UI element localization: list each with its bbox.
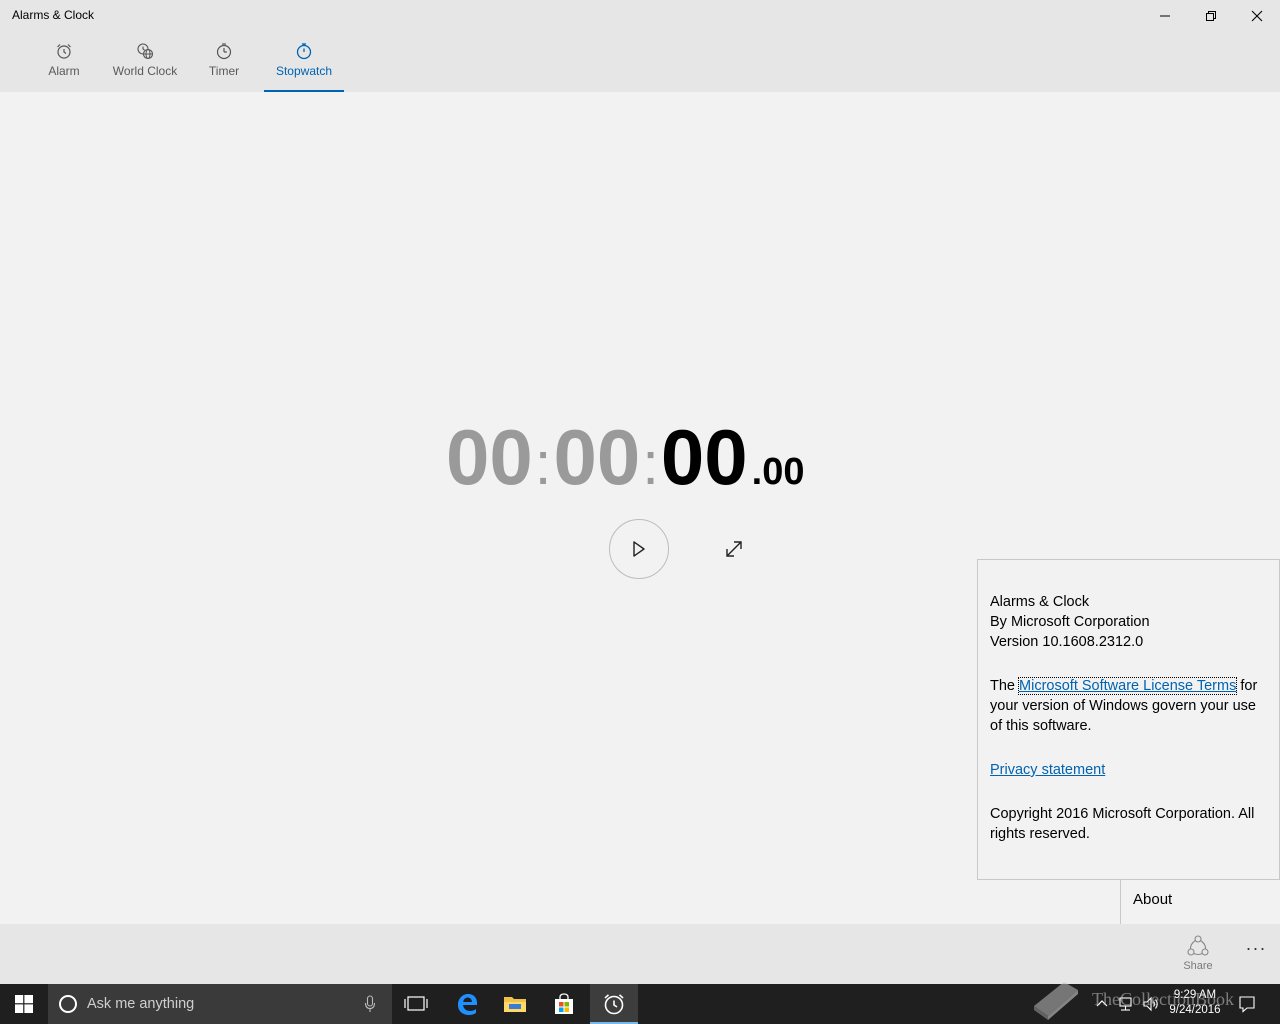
tab-world-clock[interactable]: World Clock — [108, 32, 182, 92]
watermark: TheCollectionBook — [1030, 974, 1234, 1024]
tab-bar: Alarm World Clock Timer Stopwatch — [0, 32, 1280, 92]
more-options-icon: ··· — [1245, 937, 1267, 958]
about-panel: Alarms & Clock By Microsoft Corporation … — [977, 559, 1280, 880]
stopwatch-icon — [296, 43, 312, 60]
edge-browser-icon — [458, 994, 477, 1015]
microphone-icon[interactable] — [364, 995, 376, 1013]
license-prefix: The — [990, 678, 1015, 694]
stopwatch-seconds: 00 — [660, 413, 748, 501]
start-button[interactable] — [0, 984, 48, 1024]
edge-taskbar-button[interactable] — [443, 984, 491, 1024]
stopwatch-display: 00:00:00.00 — [446, 412, 846, 502]
restore-icon — [1206, 11, 1216, 21]
play-icon — [633, 541, 645, 557]
privacy-statement-link[interactable]: Privacy statement — [990, 762, 1105, 778]
tab-alarm-label: Alarm — [48, 64, 80, 78]
close-icon — [1251, 10, 1263, 22]
file-explorer-button[interactable] — [491, 984, 539, 1024]
tab-stopwatch[interactable]: Stopwatch — [264, 32, 344, 92]
more-options-button[interactable]: ··· — [1240, 936, 1272, 960]
about-privacy: Privacy statement — [990, 760, 1267, 780]
license-terms-link[interactable]: Microsoft Software License Terms — [1018, 677, 1238, 695]
stopwatch-colon: : — [534, 430, 552, 497]
expand-button[interactable] — [718, 533, 750, 565]
about-app-info: Alarms & Clock By Microsoft Corporation … — [990, 592, 1267, 652]
play-button[interactable] — [609, 519, 669, 579]
alarms-clock-taskbar-button[interactable] — [590, 984, 638, 1024]
minimize-icon — [1160, 15, 1170, 17]
stopwatch-minutes: 00 — [553, 413, 641, 501]
about-menu-label: About — [1133, 891, 1173, 908]
about-publisher: By Microsoft Corporation — [990, 614, 1150, 630]
alarm-clock-app-icon — [604, 994, 624, 1015]
stopwatch-colon: : — [642, 430, 659, 497]
about-version: Version 10.1608.2312.0 — [990, 634, 1144, 650]
task-view-button[interactable] — [392, 984, 440, 1024]
expand-icon — [726, 541, 742, 557]
cortana-icon — [59, 995, 77, 1013]
tab-world-clock-label: World Clock — [112, 64, 178, 78]
folder-icon — [504, 997, 526, 1012]
timer-icon — [216, 43, 232, 60]
tab-stopwatch-label: Stopwatch — [275, 64, 333, 78]
minimize-button[interactable] — [1142, 0, 1188, 32]
about-app-name: Alarms & Clock — [990, 594, 1090, 610]
about-menu-item[interactable]: About — [1120, 880, 1280, 924]
globe-clock-icon — [137, 43, 154, 60]
alarm-icon — [57, 44, 71, 59]
action-center-icon[interactable] — [1238, 995, 1256, 1013]
book-logo-icon — [1034, 982, 1078, 1020]
watermark-text: TheCollectionBook — [1092, 988, 1234, 1009]
share-icon — [1187, 935, 1209, 956]
about-copyright: Copyright 2016 Microsoft Corporation. Al… — [990, 806, 1255, 842]
store-bag-icon — [555, 993, 573, 1014]
tab-timer[interactable]: Timer — [204, 32, 244, 92]
search-box[interactable]: Ask me anything — [48, 984, 392, 1024]
window-title: Alarms & Clock — [12, 8, 95, 22]
about-license: The Microsoft Software License Terms for… — [990, 676, 1267, 736]
restore-button[interactable] — [1188, 0, 1234, 32]
search-placeholder: Ask me anything — [87, 996, 195, 1012]
tab-alarm[interactable]: Alarm — [40, 32, 88, 92]
share-label: Share — [1183, 960, 1213, 972]
stopwatch-fraction: .00 — [751, 451, 805, 493]
task-view-icon — [404, 996, 428, 1011]
tab-timer-label: Timer — [208, 64, 240, 78]
title-bar: Alarms & Clock — [0, 0, 1280, 32]
close-button[interactable] — [1234, 0, 1280, 32]
windows-logo-icon — [15, 995, 33, 1013]
store-button[interactable] — [540, 984, 588, 1024]
stopwatch-hours: 00 — [446, 413, 533, 501]
